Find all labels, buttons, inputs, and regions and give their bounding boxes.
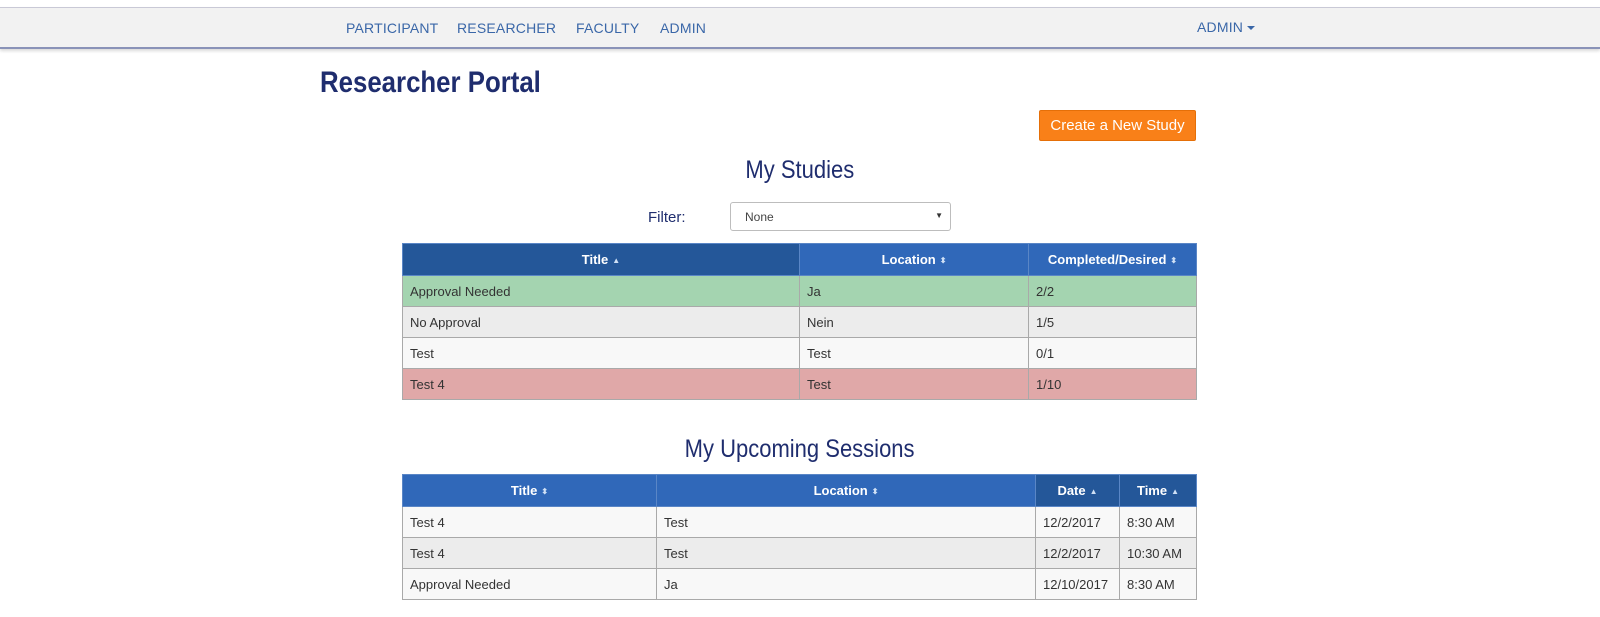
session-time-cell: 10:30 AM <box>1119 537 1197 569</box>
study-completed-cell: 1/10 <box>1028 368 1197 400</box>
sessions-table: Title ⬍ Location ⬍ Date ▲ Time ▲ Test 4 Test… <box>402 474 1197 600</box>
my-studies-heading-text: My Studies <box>745 156 855 184</box>
filter-select-value: None <box>745 210 774 224</box>
study-row[interactable]: No Approval Nein 1/5 <box>402 306 1197 338</box>
sessions-col-location-label: Location <box>813 483 868 498</box>
studies-table: Title ▲ Location ⬍ Completed/Desired ⬍ Appr… <box>402 243 1197 400</box>
sessions-header-row: Title ⬍ Location ⬍ Date ▲ Time ▲ <box>402 474 1197 507</box>
caret-down-icon <box>1247 26 1256 31</box>
study-title-cell: Approval Needed <box>402 275 800 307</box>
sort-asc-icon: ▲ <box>1089 487 1098 497</box>
my-studies-heading: My Studies <box>0 156 1600 185</box>
study-location-cell: Ja <box>799 275 1029 307</box>
filter-label: Filter: <box>648 209 686 226</box>
session-title-cell: Approval Needed <box>402 568 657 600</box>
upcoming-sessions-heading: My Upcoming Sessions <box>0 435 1600 464</box>
session-location-cell: Test <box>656 506 1036 538</box>
session-title-cell: Test 4 <box>402 537 657 569</box>
session-date-cell: 12/10/2017 <box>1035 568 1120 600</box>
study-title-cell: No Approval <box>402 306 800 338</box>
session-location-cell: Ja <box>656 568 1036 600</box>
sort-icon: ⬍ <box>1170 256 1178 266</box>
study-location-cell: Test <box>799 337 1029 369</box>
user-menu-label: ADMIN <box>1197 19 1244 35</box>
session-date-cell: 12/2/2017 <box>1035 537 1120 569</box>
study-completed-cell: 0/1 <box>1028 337 1197 369</box>
studies-col-completed-label: Completed/Desired <box>1047 252 1167 267</box>
study-completed-cell: 2/2 <box>1028 275 1197 307</box>
study-title-cell: Test 4 <box>402 368 800 400</box>
session-row[interactable]: Approval Needed Ja 12/10/2017 8:30 AM <box>402 568 1197 600</box>
studies-header-row: Title ▲ Location ⬍ Completed/Desired ⬍ <box>402 243 1197 276</box>
sort-icon: ⬍ <box>871 487 879 497</box>
study-row[interactable]: Test 4 Test 1/10 <box>402 368 1197 400</box>
nav-admin[interactable]: ADMIN <box>660 20 706 36</box>
study-location-cell: Test <box>799 368 1029 400</box>
study-row[interactable]: Test Test 0/1 <box>402 337 1197 369</box>
study-title-cell: Test <box>402 337 800 369</box>
session-time-cell: 8:30 AM <box>1119 506 1197 538</box>
study-location-cell: Nein <box>799 306 1029 338</box>
sessions-col-time-label: Time <box>1136 483 1168 498</box>
sessions-col-location[interactable]: Location ⬍ <box>656 474 1036 507</box>
studies-col-location-label: Location <box>881 252 936 267</box>
study-completed-cell: 1/5 <box>1028 306 1197 338</box>
sessions-col-title[interactable]: Title ⬍ <box>402 474 657 507</box>
nav-faculty[interactable]: FACULTY <box>576 20 639 36</box>
studies-col-location[interactable]: Location ⬍ <box>799 243 1029 276</box>
page-title: Researcher Portal <box>320 66 541 99</box>
sessions-col-title-label: Title <box>510 483 538 498</box>
create-study-button[interactable]: Create a New Study <box>1039 110 1196 141</box>
sort-asc-icon: ▲ <box>1171 487 1180 497</box>
sort-icon: ⬍ <box>939 256 947 266</box>
session-time-cell: 8:30 AM <box>1119 568 1197 600</box>
session-title-cell: Test 4 <box>402 506 657 538</box>
study-row[interactable]: Approval Needed Ja 2/2 <box>402 275 1197 307</box>
sessions-col-time[interactable]: Time ▲ <box>1119 474 1197 507</box>
studies-col-completed[interactable]: Completed/Desired ⬍ <box>1028 243 1197 276</box>
user-menu-dropdown[interactable]: ADMIN <box>1197 19 1256 35</box>
top-navbar: PARTICIPANT RESEARCHER FACULTY ADMIN ADM… <box>0 7 1600 49</box>
sort-icon: ⬍ <box>541 487 549 497</box>
session-row[interactable]: Test 4 Test 12/2/2017 8:30 AM <box>402 506 1197 538</box>
sort-asc-icon: ▲ <box>612 256 621 266</box>
session-date-cell: 12/2/2017 <box>1035 506 1120 538</box>
session-row[interactable]: Test 4 Test 12/2/2017 10:30 AM <box>402 537 1197 569</box>
filter-select[interactable]: None ▼ <box>730 202 951 231</box>
sessions-col-date[interactable]: Date ▲ <box>1035 474 1120 507</box>
nav-participant[interactable]: PARTICIPANT <box>346 20 438 36</box>
studies-col-title[interactable]: Title ▲ <box>402 243 800 276</box>
studies-col-title-label: Title <box>581 252 609 267</box>
upcoming-sessions-heading-text: My Upcoming Sessions <box>685 435 915 463</box>
chevron-down-icon: ▼ <box>935 211 943 220</box>
session-location-cell: Test <box>656 537 1036 569</box>
sessions-col-date-label: Date <box>1057 483 1086 498</box>
nav-researcher[interactable]: RESEARCHER <box>457 20 556 36</box>
